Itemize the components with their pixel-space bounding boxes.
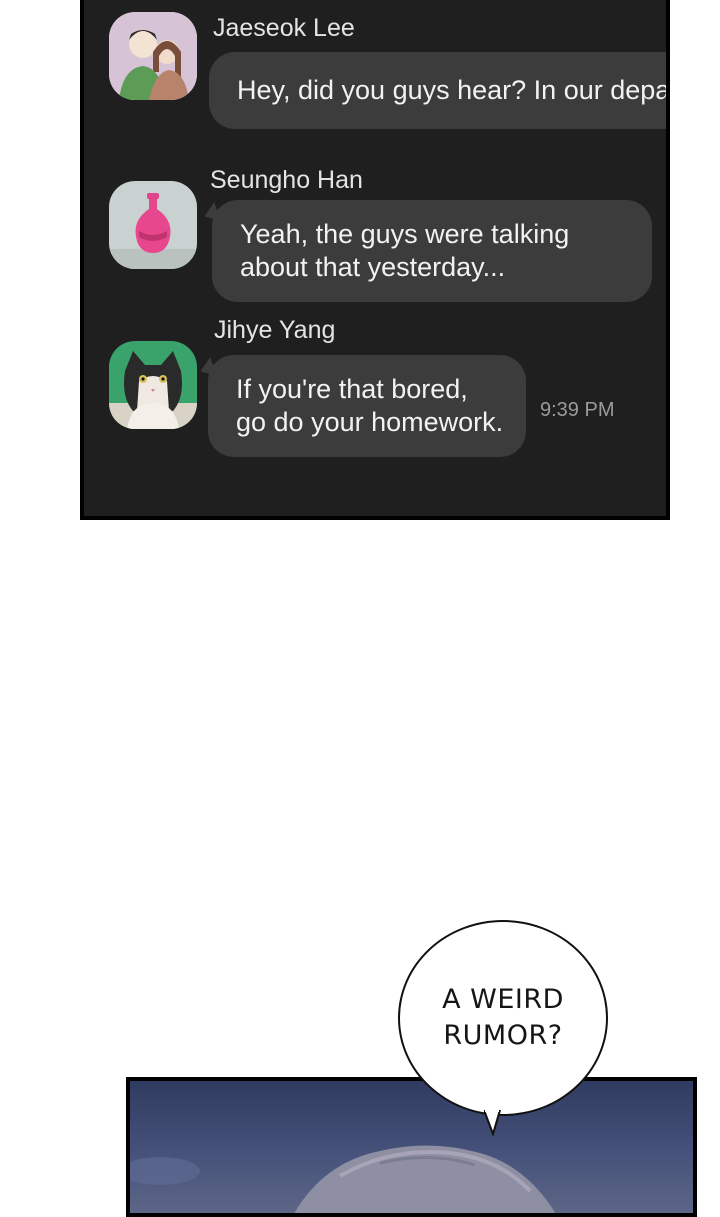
avatar[interactable] (109, 181, 197, 269)
balloon-line: A WEIRD (442, 984, 564, 1015)
message-text: about that yesterday... (240, 252, 506, 282)
scene-illustration (130, 1145, 556, 1213)
chat-panel: Jaeseok Lee Hey, did you guys hear? In o… (80, 0, 670, 520)
cat-avatar-icon (109, 341, 197, 429)
message-timestamp: 9:39 PM (540, 399, 615, 421)
message-bubble[interactable]: Hey, did you guys hear? In our depart (209, 52, 670, 129)
sender-name: Jaeseok Lee (213, 14, 355, 42)
bubble-tail (197, 357, 217, 381)
avatar[interactable] (109, 341, 197, 429)
scene-panel (126, 1077, 697, 1217)
message-text: Hey, did you guys hear? In our depart (237, 75, 670, 105)
message-text: Yeah, the guys were talking (240, 219, 570, 249)
message-bubble[interactable]: Yeah, the guys were talking about that y… (201, 200, 652, 302)
pink-vase-avatar-icon (109, 181, 197, 269)
couple-illustration-avatar-icon (109, 12, 197, 100)
sender-name: Seungho Han (210, 166, 363, 194)
message-bubble[interactable]: If you're that bored, go do your homewor… (197, 355, 526, 457)
bubble-tail (201, 202, 221, 226)
balloon-tail-icon (484, 1110, 502, 1136)
sender-name: Jihye Yang (214, 316, 336, 344)
message-text: go do your homework. (236, 407, 504, 437)
message-text: If you're that bored, (236, 374, 468, 404)
balloon-line: RUMOR? (443, 1020, 563, 1051)
speech-balloon: A WEIRD RUMOR? (398, 920, 608, 1116)
avatar[interactable] (109, 12, 197, 100)
